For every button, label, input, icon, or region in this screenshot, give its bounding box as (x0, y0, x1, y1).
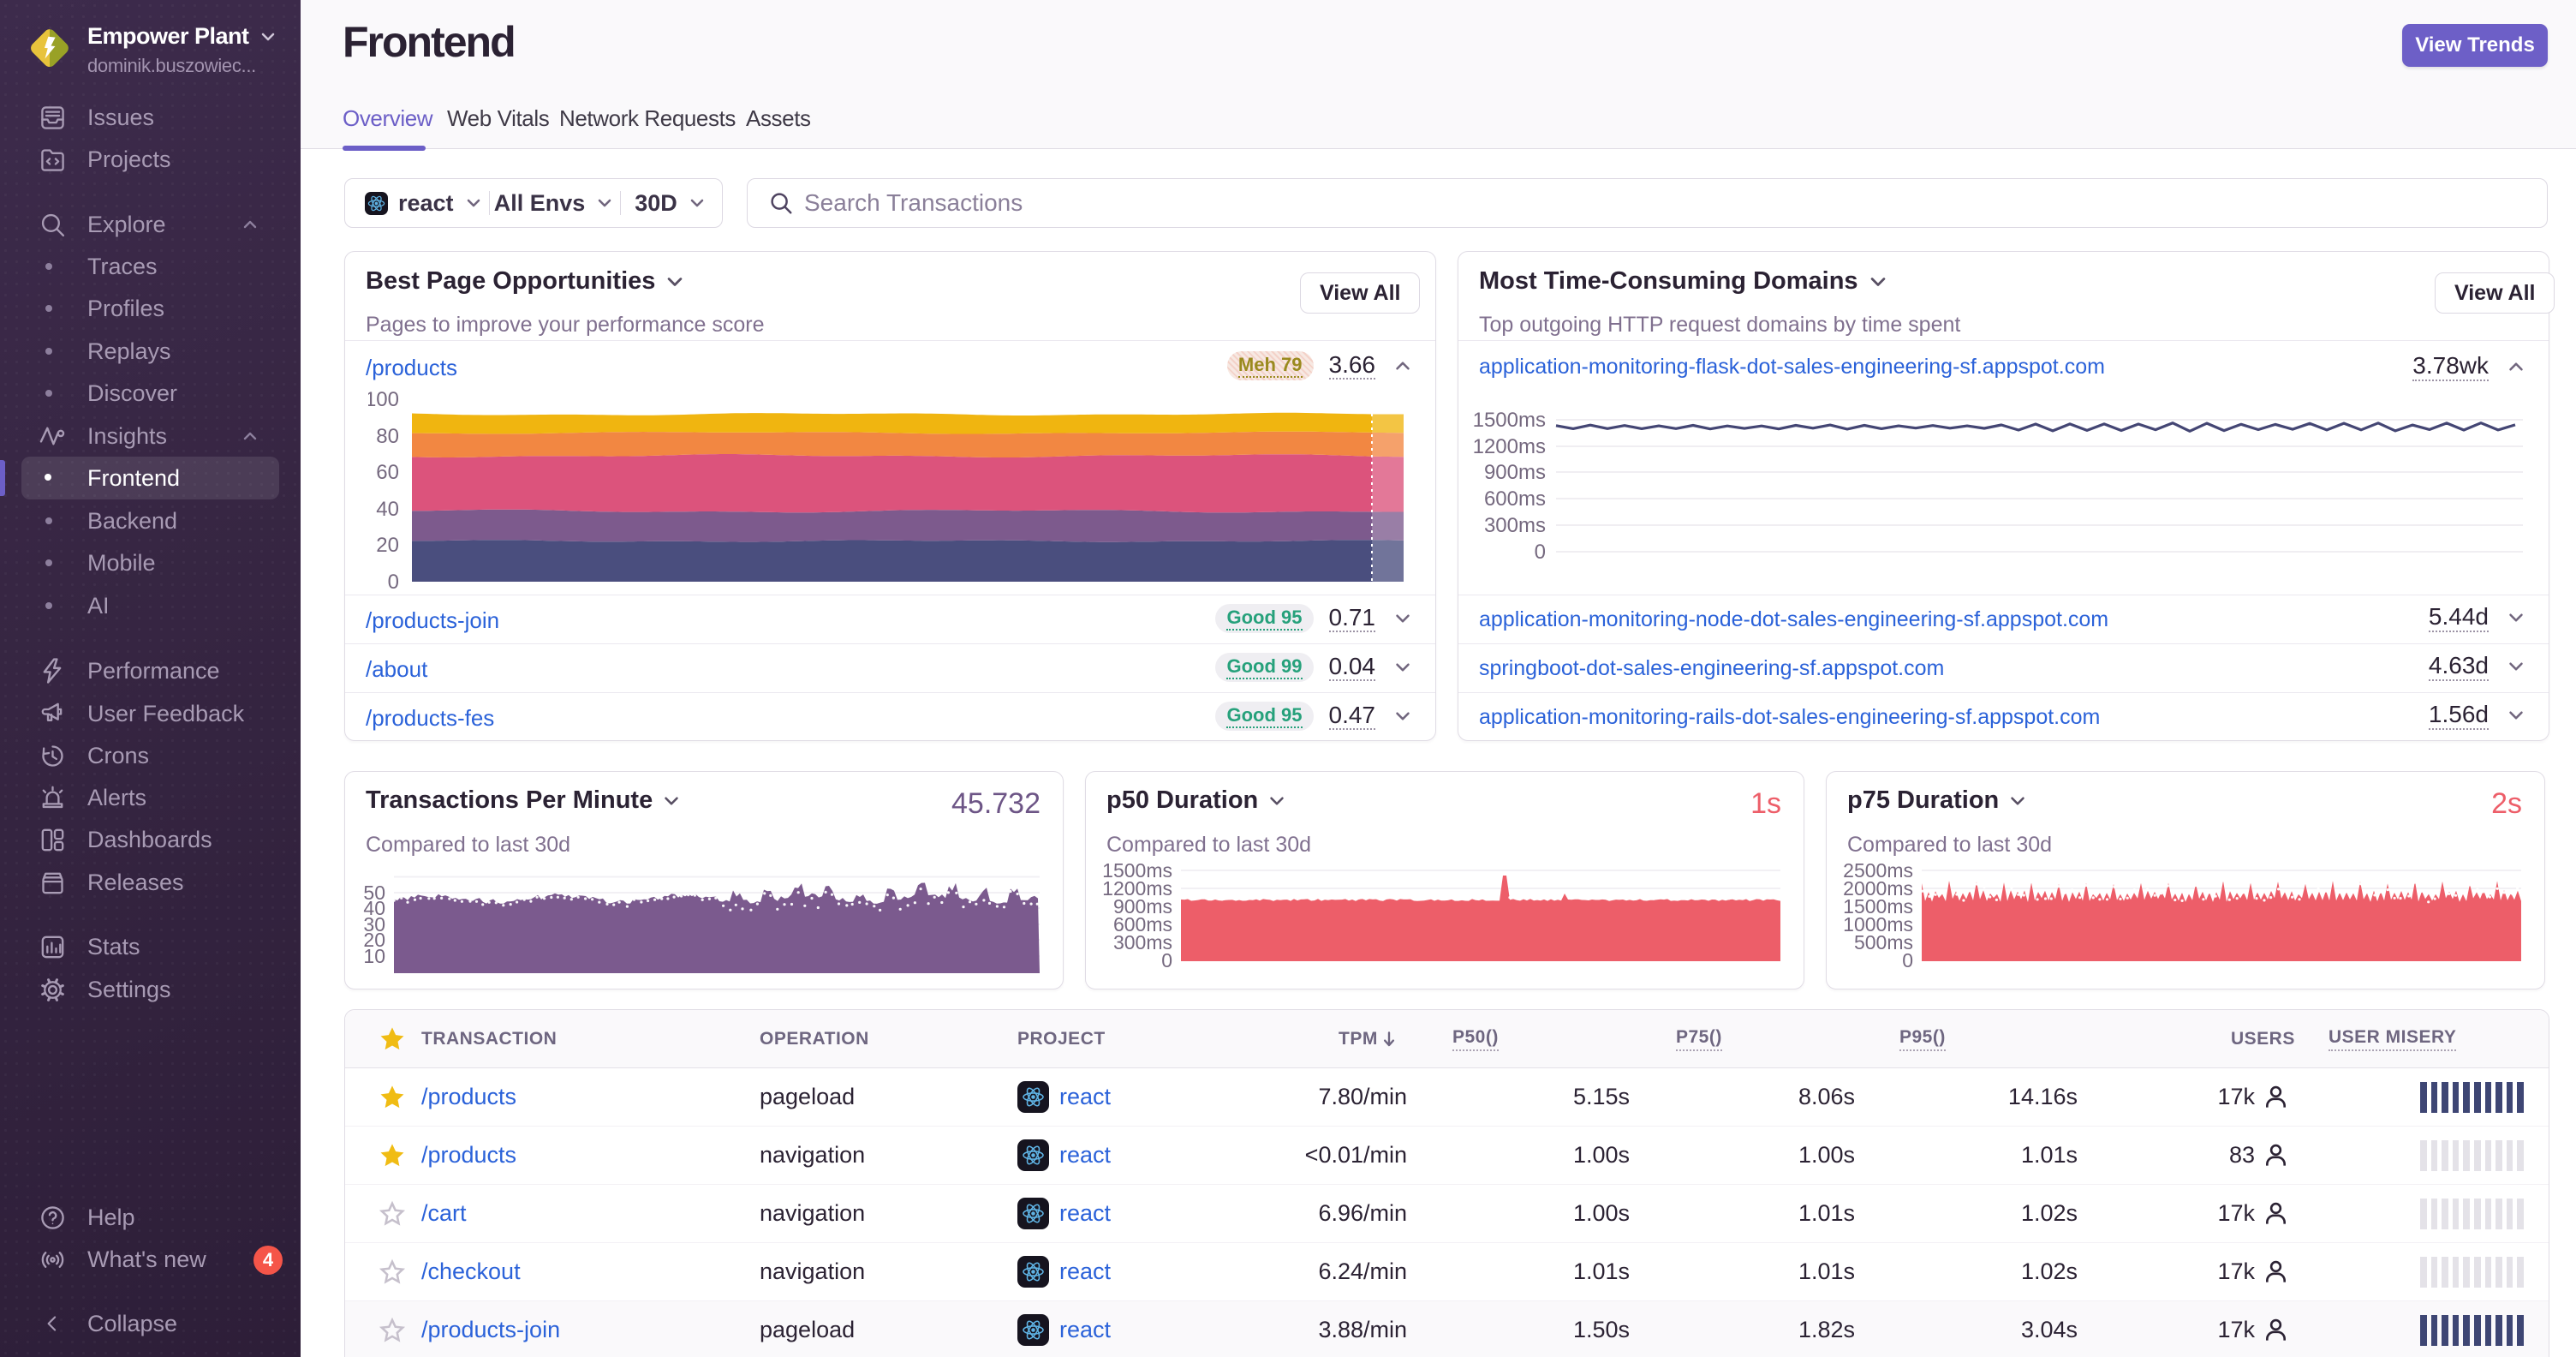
svg-text:1200ms: 1200ms (1473, 435, 1546, 458)
svg-text:1500ms: 1500ms (1473, 409, 1546, 432)
svg-text:40: 40 (376, 498, 399, 521)
svg-text:60: 60 (376, 461, 399, 484)
svg-text:300ms: 300ms (1484, 514, 1546, 537)
svg-text:20: 20 (376, 534, 399, 557)
svg-text:600ms: 600ms (1484, 487, 1546, 511)
svg-text:0: 0 (1902, 949, 1913, 971)
svg-text:10: 10 (363, 945, 385, 967)
svg-text:0: 0 (1535, 541, 1546, 564)
svg-text:80: 80 (376, 425, 399, 448)
svg-text:0: 0 (388, 571, 399, 591)
svg-text:900ms: 900ms (1484, 461, 1546, 484)
svg-text:0: 0 (1161, 949, 1172, 971)
svg-text:100: 100 (368, 390, 399, 411)
